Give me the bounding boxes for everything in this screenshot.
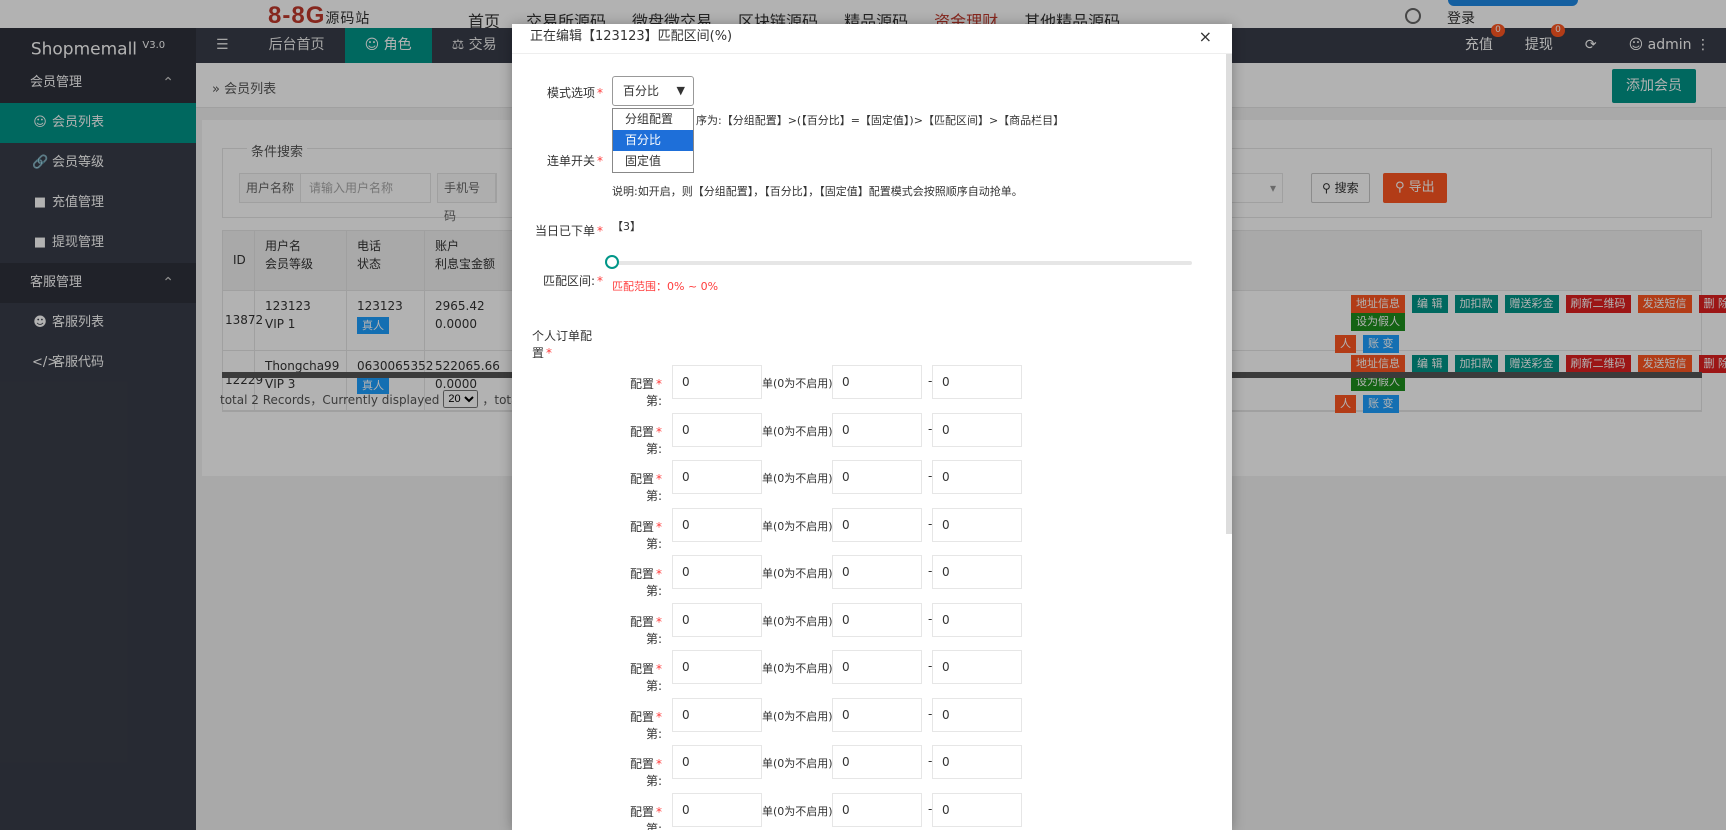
- config-order-input[interactable]: 0: [672, 745, 762, 779]
- config-order-input[interactable]: 0: [672, 697, 762, 732]
- config-mid-text: 单(0为不启用): [762, 377, 833, 390]
- config-mid-text: 单(0为不启用): [762, 519, 833, 533]
- config-min-input[interactable]: 0: [832, 412, 922, 447]
- config-min-input[interactable]: 0: [832, 792, 922, 827]
- mode-option[interactable]: 固定值: [613, 151, 693, 172]
- config-min-input[interactable]: 0: [832, 365, 922, 399]
- config-mid-text: 单(0为不启用): [762, 804, 833, 818]
- config-row-label: 配置 * 第:: [629, 804, 662, 830]
- config-row: 配置 * 第: 0 单(0为不启用) 0-0: [612, 460, 1022, 503]
- config-max-input[interactable]: 0: [932, 365, 1022, 399]
- mode-note: 序为:【分组配置】>(【百分比】=【固定值】)>【匹配区间】>【商品栏目】: [696, 114, 1065, 127]
- config-max-input[interactable]: 0: [932, 792, 1022, 827]
- mode-option[interactable]: 分组配置: [613, 109, 693, 130]
- config-min-input[interactable]: 0: [832, 650, 922, 684]
- config-mid-text: 单(0为不启用): [762, 567, 833, 580]
- config-max-input[interactable]: 0: [932, 697, 1022, 732]
- config-mid-text: 单(0为不启用): [762, 424, 833, 438]
- config-row: 配置 * 第: 0 单(0为不启用) 0-0: [612, 602, 1022, 646]
- range-slider-handle[interactable]: [605, 255, 619, 269]
- config-mid-text: 单(0为不启用): [762, 662, 833, 675]
- config-mid-text: 单(0为不启用): [762, 472, 833, 485]
- range-hint: 匹配范围：0% ~ 0%: [612, 280, 719, 293]
- config-order-input[interactable]: 0: [672, 460, 762, 494]
- config-max-input[interactable]: 0: [932, 460, 1022, 494]
- config-row: 配置 * 第: 0 单(0为不启用) 0-0: [612, 650, 1022, 693]
- config-row-label: 配置 * 第:: [629, 709, 662, 741]
- config-max-input[interactable]: 0: [932, 650, 1022, 684]
- config-row-label: 配置 * 第:: [629, 472, 662, 503]
- config-min-input[interactable]: 0: [832, 697, 922, 732]
- config-order-input[interactable]: 0: [672, 792, 762, 827]
- config-order-input[interactable]: 0: [672, 555, 762, 589]
- modal-scrollbar[interactable]: [1226, 54, 1232, 534]
- personal-label: 个人订单配置 *: [532, 329, 593, 360]
- config-row: 配置 * 第: 0 单(0为不启用) 0-0: [612, 555, 1022, 598]
- config-order-input[interactable]: 0: [672, 365, 762, 399]
- config-row: 配置 * 第: 0 单(0为不启用) 0-0: [612, 697, 1022, 741]
- config-max-input[interactable]: 0: [932, 602, 1022, 637]
- modal-title: 正在编辑【123123】匹配区间(%) ×: [512, 24, 1232, 54]
- config-min-input[interactable]: 0: [832, 602, 922, 637]
- config-row-label: 配置 * 第:: [629, 662, 662, 693]
- today-value: 【3】: [612, 220, 641, 233]
- config-max-input[interactable]: 0: [932, 555, 1022, 589]
- config-min-input[interactable]: 0: [832, 507, 922, 542]
- config-row: 配置 * 第: 0 单(0为不启用) 0-0: [612, 792, 1022, 830]
- config-row-label: 配置 * 第:: [629, 424, 662, 456]
- config-row: 配置 * 第: 0 单(0为不启用) 0-0: [612, 412, 1022, 456]
- config-row-label: 配置 * 第:: [629, 567, 662, 598]
- config-row: 配置 * 第: 0 单(0为不启用) 0-0: [612, 745, 1022, 788]
- chevron-down-icon: ▼: [676, 84, 685, 97]
- mode-select[interactable]: 百分比 ▼: [612, 76, 694, 106]
- config-row-label: 配置 * 第:: [629, 614, 662, 646]
- range-slider-track[interactable]: [610, 261, 1192, 265]
- config-row-label: 配置 * 第:: [629, 757, 662, 788]
- config-row: 配置 * 第: 0 单(0为不启用) 0-0: [612, 507, 1022, 551]
- config-order-input[interactable]: 0: [672, 650, 762, 684]
- config-order-input[interactable]: 0: [672, 412, 762, 447]
- switch-label: 连单开关 *: [546, 154, 603, 168]
- config-min-input[interactable]: 0: [832, 460, 922, 494]
- close-icon[interactable]: ×: [1199, 24, 1212, 50]
- switch-note: 说明:如开启，则【分组配置】，【百分比】，【固定值】配置模式会按照顺序自动抢单。: [612, 185, 1023, 198]
- config-max-input[interactable]: 0: [932, 745, 1022, 779]
- config-mid-text: 单(0为不启用): [762, 614, 833, 628]
- mode-label: 模式选项 *: [546, 86, 603, 100]
- today-label: 当日已下单 *: [534, 224, 603, 238]
- mode-option[interactable]: 百分比: [613, 130, 693, 151]
- range-label: 匹配区间: *: [542, 274, 603, 288]
- config-order-input[interactable]: 0: [672, 507, 762, 542]
- config-row-label: 配置 * 第:: [629, 377, 662, 408]
- config-mid-text: 单(0为不启用): [762, 757, 833, 770]
- config-min-input[interactable]: 0: [832, 555, 922, 589]
- config-max-input[interactable]: 0: [932, 507, 1022, 542]
- config-row-label: 配置 * 第:: [629, 519, 662, 551]
- config-mid-text: 单(0为不启用): [762, 709, 833, 723]
- config-min-input[interactable]: 0: [832, 745, 922, 779]
- mode-dropdown: 分组配置 百分比 固定值: [612, 108, 694, 173]
- config-row: 配置 * 第: 0 单(0为不启用) 0-0: [612, 365, 1022, 408]
- config-order-input[interactable]: 0: [672, 602, 762, 637]
- config-max-input[interactable]: 0: [932, 412, 1022, 447]
